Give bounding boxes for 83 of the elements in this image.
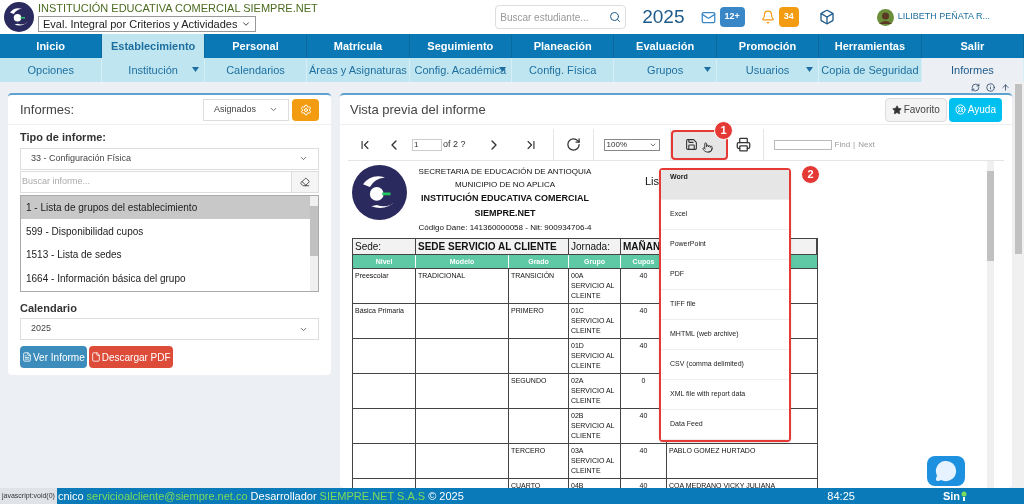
chat-icon bbox=[935, 460, 957, 482]
footer-text: Desarrollador bbox=[250, 488, 317, 504]
brand-text: Sin bbox=[942, 488, 960, 504]
report-header-line: MUNICIPIO DE NO APLICA bbox=[455, 179, 555, 191]
support-email-link[interactable]: servicioalcliente@siempre.net.co bbox=[86, 487, 248, 504]
report-list-item[interactable]: 1664 - Información básica del grupo bbox=[21, 266, 310, 291]
panel-title: Vista previa del informe bbox=[350, 100, 487, 119]
action-button[interactable]: Descargar PDF bbox=[88, 346, 173, 368]
footer-text: cnico bbox=[57, 488, 84, 504]
report-header-line: SECRETARIA DE EDUCACIÓN DE ANTIOQUIA bbox=[418, 166, 592, 178]
find-link[interactable]: Find bbox=[834, 138, 851, 151]
page-number-field[interactable]: 1 bbox=[412, 138, 442, 151]
report-title: Lis bbox=[645, 174, 660, 189]
report-institution: INSTITUCIÓN EDUCATIVA COMERCIAL SIEMPRE.NET bbox=[420, 191, 590, 220]
sub-nav-tab[interactable]: Informes bbox=[921, 58, 1024, 82]
table-cell: Sede: bbox=[353, 239, 416, 254]
alerts-badge: 34 bbox=[778, 7, 799, 27]
school-logo bbox=[352, 165, 407, 220]
report-codes: Código Dane: 141360000058 - Nit: 900934706-4 bbox=[418, 222, 592, 234]
gear-icon bbox=[299, 103, 312, 116]
session-timer: 84:25 bbox=[827, 488, 855, 504]
calendar-select[interactable]: 2025 bbox=[20, 318, 319, 340]
chevron-down-icon bbox=[299, 154, 308, 163]
avatar[interactable] bbox=[876, 8, 894, 26]
year-label: 2025 bbox=[642, 4, 685, 29]
school-name: INSTITUCIÓN EDUCATIVA COMERCIAL SIEMPRE.NET bbox=[38, 2, 318, 15]
up-arrow-icon[interactable] bbox=[1001, 83, 1010, 92]
copyright-text: © 2025 bbox=[428, 488, 464, 504]
table-cell: SEDE SERVICIO AL CLIENTE bbox=[416, 239, 569, 254]
brand-mark-icon bbox=[960, 491, 968, 501]
document-icon bbox=[22, 352, 32, 362]
eraser-icon[interactable] bbox=[300, 176, 310, 187]
page-count: of 2 ? bbox=[443, 137, 466, 151]
print-icon[interactable] bbox=[735, 137, 751, 152]
user-name[interactable]: LILIBETH PEÑATA R... bbox=[897, 10, 990, 24]
zoom-select[interactable]: 100% bbox=[603, 138, 660, 151]
step-callout: 2 bbox=[801, 165, 820, 184]
sub-nav-tab[interactable]: Copia de Seguridad bbox=[819, 58, 922, 82]
chevron-down-icon bbox=[269, 105, 278, 114]
mode-select[interactable]: Eval. Integral por Criterios y Actividades bbox=[38, 16, 257, 32]
report-list-item[interactable]: 599 - Disponibilidad cupos bbox=[21, 219, 310, 243]
sub-nav-tab[interactable]: Institución bbox=[102, 58, 205, 82]
sub-nav-tab[interactable]: Áreas y Asignaturas bbox=[307, 58, 410, 82]
scrollbar[interactable] bbox=[310, 195, 318, 291]
panel-title: Informes: bbox=[20, 100, 76, 119]
hand-cursor-icon bbox=[702, 142, 714, 153]
developer-link[interactable]: SIEMPRE.NET S.A.S bbox=[319, 487, 426, 504]
find-field[interactable] bbox=[773, 139, 832, 150]
star-icon bbox=[891, 104, 902, 115]
sub-nav-tab[interactable]: Grupos bbox=[614, 58, 717, 82]
page-scrollbar[interactable] bbox=[1013, 82, 1024, 488]
sub-nav-tab[interactable]: Usuarios bbox=[716, 58, 820, 82]
messages-badge: 12+ bbox=[719, 7, 745, 27]
field-label: Calendario bbox=[20, 300, 78, 316]
sub-nav-tab[interactable]: Config. Física bbox=[512, 58, 615, 82]
step-callout: 1 bbox=[714, 121, 733, 140]
student-search-field[interactable]: Buscar estudiante... bbox=[495, 5, 627, 29]
field-label: Tipo de informe: bbox=[20, 130, 107, 145]
refresh-icon[interactable] bbox=[971, 83, 980, 92]
sub-nav-tab[interactable]: Calendarios bbox=[204, 58, 308, 82]
link-separator: | bbox=[853, 138, 856, 151]
report-scrollbar[interactable] bbox=[987, 161, 994, 488]
chat-bubble-button[interactable] bbox=[927, 456, 965, 486]
save-icon bbox=[685, 138, 699, 151]
header-button[interactable]: Favorito bbox=[884, 97, 947, 122]
filter-select[interactable]: Asignados bbox=[203, 98, 289, 121]
report-list-item[interactable]: 1 - Lista de grupos del establecimiento bbox=[21, 195, 310, 220]
file-icon bbox=[90, 352, 101, 362]
search-icon[interactable] bbox=[609, 11, 622, 23]
info-icon[interactable] bbox=[986, 83, 995, 92]
action-button[interactable]: Ver Informe bbox=[20, 346, 87, 368]
chevron-down-icon bbox=[241, 19, 252, 29]
refresh-icon[interactable] bbox=[565, 137, 581, 152]
mail-icon[interactable] bbox=[700, 9, 716, 25]
table-cell: Jornada: bbox=[569, 239, 621, 254]
next-link[interactable]: Next bbox=[858, 138, 875, 151]
lifebuoy-icon bbox=[954, 104, 966, 115]
main-nav-tab[interactable]: Establecimiento bbox=[102, 34, 205, 58]
report-search-field[interactable]: Buscar informe... bbox=[20, 170, 319, 193]
sub-nav-tab[interactable]: Opciones bbox=[0, 58, 103, 82]
report-list-item[interactable]: 1513 - Lista de sedes bbox=[21, 243, 310, 267]
report-type-select[interactable]: 33 - Configuración Física bbox=[20, 147, 319, 170]
cube-icon[interactable] bbox=[818, 9, 835, 25]
